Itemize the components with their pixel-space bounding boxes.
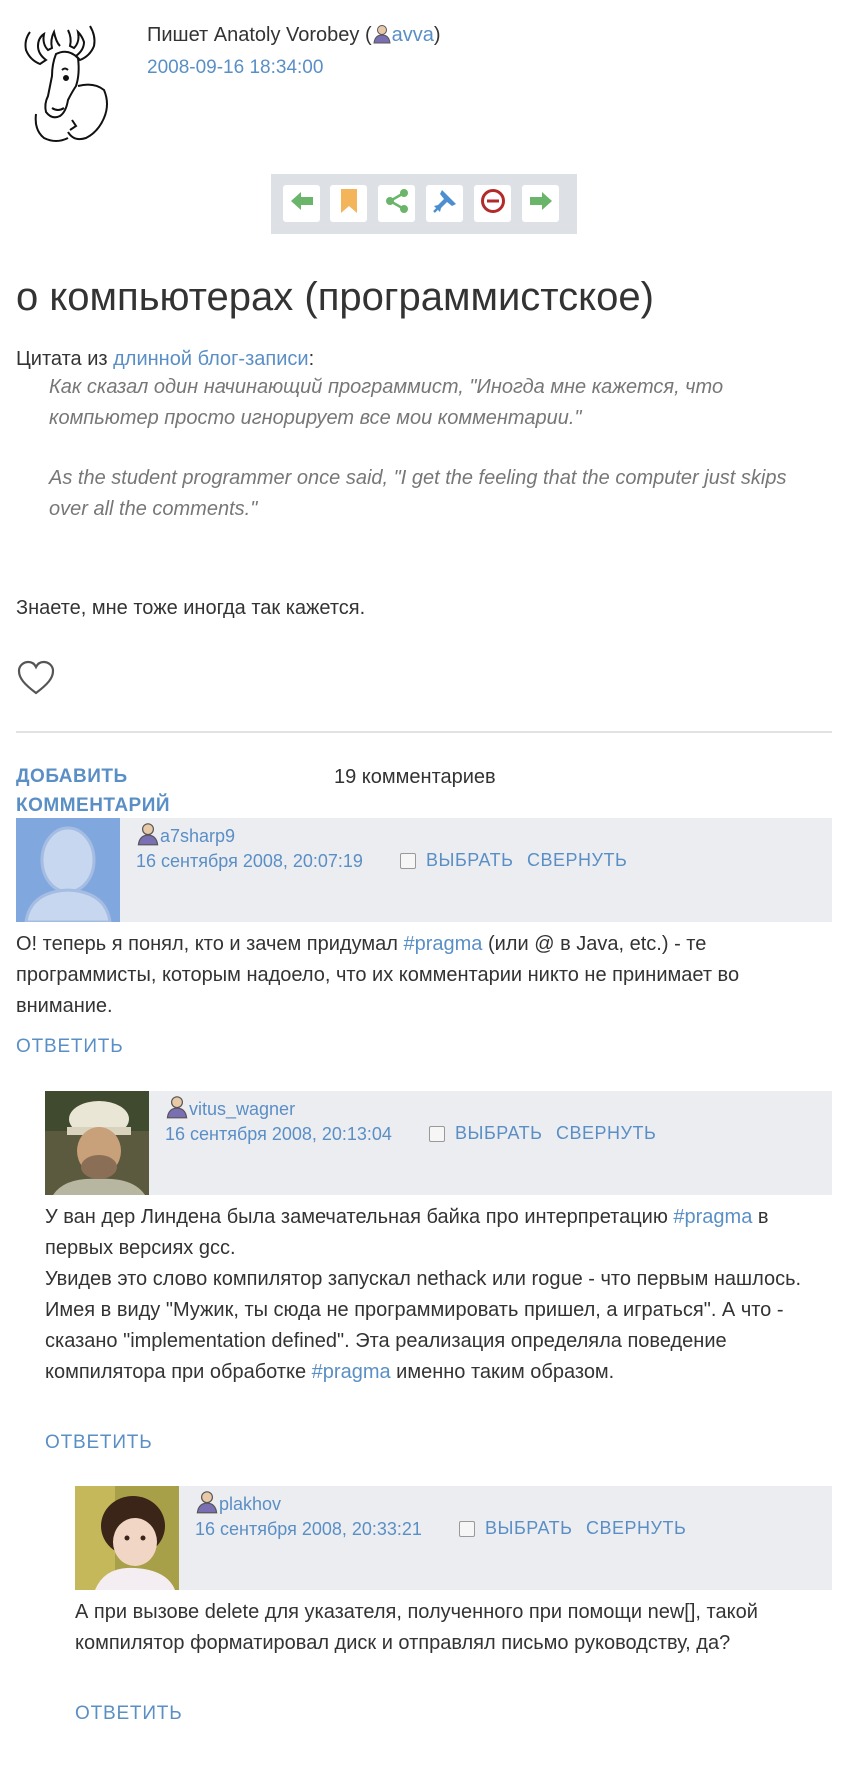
- post-toolbar: [271, 174, 577, 234]
- bookmark-icon: [339, 188, 359, 220]
- select-button[interactable]: ВЫБРАТЬ: [485, 1518, 572, 1539]
- author-prefix: Пишет Anatoly Vorobey (: [147, 24, 372, 46]
- divider: [16, 731, 832, 733]
- author-avatar[interactable]: [16, 20, 118, 146]
- comment-header: vitus_wagner 16 сентября 2008, 20:13:04 …: [45, 1091, 832, 1195]
- hashtag-link[interactable]: #pragma: [673, 1206, 752, 1228]
- comment-username[interactable]: a7sharp9: [160, 826, 235, 846]
- collapse-button[interactable]: СВЕРНУТЬ: [556, 1123, 656, 1144]
- comment-user[interactable]: vitus_wagner: [165, 1095, 295, 1124]
- collapse-button[interactable]: СВЕРНУТЬ: [586, 1518, 686, 1539]
- comment-text: А при вызове delete для указателя, получ…: [75, 1601, 758, 1654]
- prev-entry-button[interactable]: [283, 185, 320, 222]
- bookmark-button[interactable]: [330, 185, 367, 222]
- heart-icon: [16, 660, 56, 703]
- comment-date[interactable]: 16 сентября 2008, 20:07:19: [136, 851, 363, 872]
- select-checkbox[interactable]: [429, 1126, 445, 1142]
- avatar[interactable]: [45, 1091, 149, 1195]
- author-username-link[interactable]: avva: [392, 24, 434, 46]
- post-closing-text: Знаете, мне тоже иногда так кажется.: [16, 597, 366, 619]
- like-button[interactable]: [16, 658, 56, 698]
- comment-date[interactable]: 16 сентября 2008, 20:13:04: [165, 1124, 392, 1145]
- reply-button[interactable]: ОТВЕТИТЬ: [16, 1036, 123, 1058]
- add-comment-label-line2: КОММЕНТАРИЙ: [16, 795, 171, 816]
- pin-icon: [432, 188, 458, 220]
- pin-button[interactable]: [426, 185, 463, 222]
- collapse-button[interactable]: СВЕРНУТЬ: [527, 850, 627, 871]
- add-comment-label-line1: ДОБАВИТЬ: [16, 766, 128, 787]
- avatar[interactable]: [75, 1486, 179, 1590]
- select-checkbox[interactable]: [400, 853, 416, 869]
- next-arrow-icon: [528, 190, 554, 218]
- add-comment-button[interactable]: ДОБАВИТЬ КОММЕНТАРИЙ: [16, 762, 170, 820]
- author-suffix: ): [433, 24, 441, 46]
- hashtag-link[interactable]: #pragma: [312, 1361, 391, 1383]
- select-button[interactable]: ВЫБРАТЬ: [455, 1123, 542, 1144]
- share-button[interactable]: [378, 185, 415, 222]
- quote-intro: Цитата из длинной блог-записи:: [16, 348, 314, 371]
- hashtag-link[interactable]: #pragma: [403, 933, 482, 955]
- user-icon: [372, 24, 392, 50]
- comment-date[interactable]: 16 сентября 2008, 20:33:21: [195, 1519, 422, 1540]
- comment-text-part: О! теперь я понял, кто и зачем придумал: [16, 933, 404, 955]
- select-checkbox[interactable]: [459, 1521, 475, 1537]
- avatar[interactable]: [16, 818, 120, 922]
- comment-count: 19 комментариев: [334, 766, 496, 788]
- quote-russian: Как сказал один начинающий программист, …: [49, 376, 724, 429]
- select-button[interactable]: ВЫБРАТЬ: [426, 850, 513, 871]
- share-icon: [384, 188, 410, 220]
- post-title: о компьютерах (программистское): [16, 275, 654, 319]
- quote-english: As the student programmer once said, "I …: [49, 467, 787, 520]
- comment-text-part: У ван дер Линдена была замечательная бай…: [45, 1206, 674, 1228]
- next-entry-button[interactable]: [522, 185, 559, 222]
- quote-intro-suffix: :: [308, 348, 315, 370]
- comment-text: У ван дер Линдена была замечательная бай…: [45, 1202, 825, 1388]
- user-icon: [195, 1490, 219, 1519]
- comment-header: plakhov 16 сентября 2008, 20:33:21 ВЫБРА…: [75, 1486, 832, 1590]
- ignore-button[interactable]: [474, 185, 511, 222]
- comment-text: О! теперь я понял, кто и зачем придумал …: [16, 929, 826, 1022]
- quote-intro-prefix: Цитата из: [16, 348, 114, 370]
- post-date[interactable]: 2008-09-16 18:34:00: [147, 57, 323, 79]
- reply-button[interactable]: ОТВЕТИТЬ: [75, 1703, 182, 1725]
- ignore-icon: [480, 188, 506, 220]
- comment-username[interactable]: vitus_wagner: [189, 1099, 295, 1119]
- comment-text-part: именно таким образом.: [390, 1361, 615, 1383]
- comment-user[interactable]: plakhov: [195, 1490, 281, 1519]
- comment-header: a7sharp9 16 сентября 2008, 20:07:19 ВЫБР…: [16, 818, 832, 922]
- prev-arrow-icon: [289, 190, 315, 218]
- blog-post-link[interactable]: длинной блог-записи: [113, 348, 308, 370]
- user-icon: [136, 822, 160, 851]
- comment-user[interactable]: a7sharp9: [136, 822, 235, 851]
- author-line: Пишет Anatoly Vorobey ( avva): [147, 24, 441, 50]
- user-icon: [165, 1095, 189, 1124]
- comment-username[interactable]: plakhov: [219, 1494, 281, 1514]
- reply-button[interactable]: ОТВЕТИТЬ: [45, 1432, 152, 1454]
- post-header: Пишет Anatoly Vorobey ( avva) 2008-09-16 …: [16, 20, 836, 150]
